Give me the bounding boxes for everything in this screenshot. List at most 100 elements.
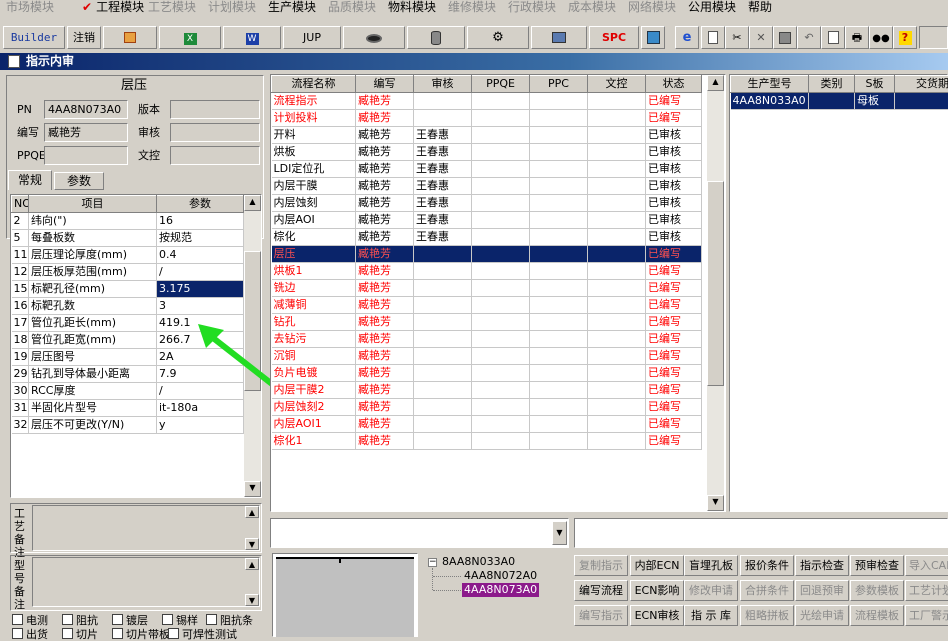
process-empty-cell[interactable]: [530, 280, 588, 297]
eye-button[interactable]: [343, 26, 405, 49]
spc-button[interactable]: SPC: [589, 26, 639, 49]
cut-button[interactable]: ✂: [725, 26, 749, 49]
process-reviewer-cell[interactable]: 王春惠: [414, 195, 472, 212]
model-col-header[interactable]: 生产型号: [731, 76, 809, 93]
process-empty-cell[interactable]: [530, 110, 588, 127]
param-item-cell[interactable]: 管位孔距宽(mm): [29, 332, 157, 349]
process-name-cell[interactable]: 内层AOI1: [272, 416, 356, 433]
process-status-cell[interactable]: 已审核: [646, 127, 702, 144]
process-empty-cell[interactable]: [588, 229, 646, 246]
process-empty-cell[interactable]: [472, 93, 530, 110]
param-item-cell[interactable]: 层压理论厚度(mm): [29, 247, 157, 264]
process-empty-cell[interactable]: [472, 433, 530, 450]
process-empty-cell[interactable]: [588, 348, 646, 365]
action-button[interactable]: 光绘申请: [795, 605, 849, 626]
param-row[interactable]: 11层压理论厚度(mm)0.4: [12, 247, 244, 264]
process-status-cell[interactable]: 已编写: [646, 416, 702, 433]
process-status-cell[interactable]: 已编写: [646, 399, 702, 416]
process-reviewer-cell[interactable]: [414, 110, 472, 127]
process-empty-cell[interactable]: [472, 348, 530, 365]
param-no-cell[interactable]: 17: [12, 315, 29, 332]
process-empty-cell[interactable]: [530, 382, 588, 399]
calendar-button[interactable]: [641, 26, 665, 49]
process-empty-cell[interactable]: [530, 331, 588, 348]
process-row[interactable]: 层压臧艳芳已编写: [272, 246, 702, 263]
param-value-cell[interactable]: 3.175: [157, 281, 244, 298]
action-button[interactable]: 合拼条件: [740, 580, 794, 601]
process-status-cell[interactable]: 已审核: [646, 195, 702, 212]
process-empty-cell[interactable]: [530, 297, 588, 314]
action-button[interactable]: 复制指示: [574, 555, 628, 576]
process-empty-cell[interactable]: [588, 144, 646, 161]
tree-root[interactable]: 8AA8N033A0: [442, 555, 515, 569]
process-empty-cell[interactable]: [530, 127, 588, 144]
process-name-cell[interactable]: 内层蚀刻2: [272, 399, 356, 416]
action-button[interactable]: 盲埋孔板: [684, 555, 738, 576]
pn-field[interactable]: 4AA8N073A0: [44, 100, 128, 119]
menu-item[interactable]: 网络模块: [628, 0, 676, 15]
process-row[interactable]: 流程指示臧艳芳已编写: [272, 93, 702, 110]
model-row[interactable]: 4AA8N033A0母板: [731, 93, 948, 110]
process-row[interactable]: 去钻污臧艳芳已编写: [272, 331, 702, 348]
menu-item[interactable]: 市场模块: [6, 0, 54, 15]
process-empty-cell[interactable]: [588, 246, 646, 263]
process-reviewer-cell[interactable]: [414, 263, 472, 280]
process-row[interactable]: 内层干膜臧艳芳王春惠已审核: [272, 178, 702, 195]
doc-control-field[interactable]: [170, 146, 260, 165]
menu-item[interactable]: 行政模块: [508, 0, 556, 15]
process-status-cell[interactable]: 已审核: [646, 178, 702, 195]
param-row[interactable]: 2纬向(")16: [12, 213, 244, 230]
author-field[interactable]: 臧艳芳: [44, 123, 128, 142]
ie-button[interactable]: e: [675, 26, 699, 49]
menu-item[interactable]: 维修模块: [448, 0, 496, 15]
tab-params[interactable]: 参数: [54, 172, 104, 190]
param-no-cell[interactable]: 5: [12, 230, 29, 247]
param-item-cell[interactable]: 钻孔到导体最小距离: [29, 366, 157, 383]
param-value-cell[interactable]: 0.4: [157, 247, 244, 264]
process-reviewer-cell[interactable]: [414, 297, 472, 314]
action-button[interactable]: 修改申请: [684, 580, 738, 601]
param-value-cell[interactable]: 16: [157, 213, 244, 230]
process-author-cell[interactable]: 臧艳芳: [356, 195, 414, 212]
checkbox[interactable]: 电测: [12, 614, 48, 627]
process-status-cell[interactable]: 已编写: [646, 280, 702, 297]
process-name-cell[interactable]: 内层干膜: [272, 178, 356, 195]
process-reviewer-cell[interactable]: 王春惠: [414, 212, 472, 229]
checkbox-box-icon[interactable]: [62, 628, 73, 639]
process-empty-cell[interactable]: [472, 382, 530, 399]
process-author-cell[interactable]: 臧艳芳: [356, 127, 414, 144]
param-no-cell[interactable]: 31: [12, 400, 29, 417]
process-empty-cell[interactable]: [472, 365, 530, 382]
param-value-cell[interactable]: it-180a: [157, 400, 244, 417]
process-status-cell[interactable]: 已编写: [646, 297, 702, 314]
process-author-cell[interactable]: 臧艳芳: [356, 161, 414, 178]
process-col-header[interactable]: 状态: [646, 76, 702, 93]
process-col-header[interactable]: 审核: [414, 76, 472, 93]
param-row[interactable]: 32层压不可更改(Y/N)y: [12, 417, 244, 434]
process-reviewer-cell[interactable]: [414, 331, 472, 348]
process-empty-cell[interactable]: [530, 263, 588, 280]
process-name-cell[interactable]: 计划投料: [272, 110, 356, 127]
process-empty-cell[interactable]: [588, 110, 646, 127]
tree-collapse-icon[interactable]: −: [428, 558, 437, 567]
process-author-cell[interactable]: 臧艳芳: [356, 93, 414, 110]
process-empty-cell[interactable]: [588, 195, 646, 212]
scroll-thumb[interactable]: [707, 181, 724, 386]
param-no-cell[interactable]: 30: [12, 383, 29, 400]
process-empty-cell[interactable]: [588, 297, 646, 314]
process-empty-cell[interactable]: [530, 161, 588, 178]
param-no-cell[interactable]: 16: [12, 298, 29, 315]
param-row[interactable]: 31半固化片型号it-180a: [12, 400, 244, 417]
process-empty-cell[interactable]: [472, 229, 530, 246]
process-empty-cell[interactable]: [530, 144, 588, 161]
undo-button[interactable]: ↶: [797, 26, 821, 49]
process-reviewer-cell[interactable]: 王春惠: [414, 161, 472, 178]
process-name-cell[interactable]: 负片电镀: [272, 365, 356, 382]
param-item-cell[interactable]: 半固化片型号: [29, 400, 157, 417]
tree-child-item[interactable]: 4AA8N072A0: [462, 569, 539, 583]
process-empty-cell[interactable]: [472, 263, 530, 280]
menu-item[interactable]: 品质模块: [328, 0, 376, 15]
checkbox[interactable]: 切片带板: [112, 628, 170, 641]
process-name-cell[interactable]: LDI定位孔: [272, 161, 356, 178]
param-no-cell[interactable]: 11: [12, 247, 29, 264]
